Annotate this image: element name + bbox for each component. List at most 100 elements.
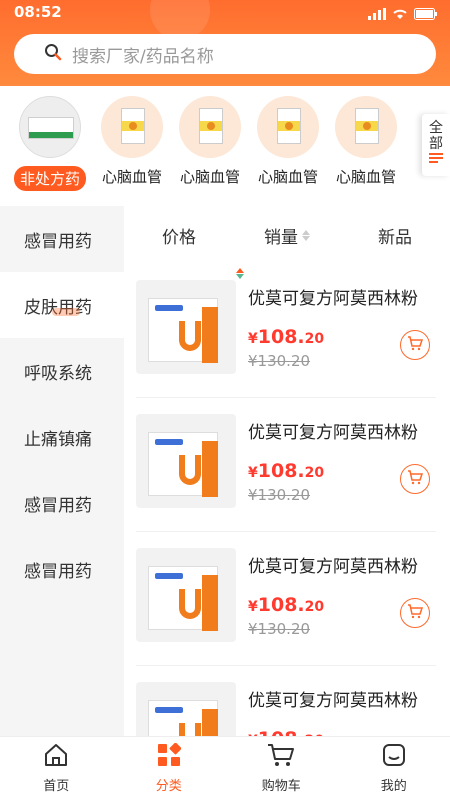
- tab-category-label: 分类: [155, 779, 182, 794]
- sidebar-item-label: 止痛镇痛: [24, 429, 92, 450]
- product-card[interactable]: 优莫可复方阿莫西林粉 ¥108.20: [136, 666, 436, 736]
- header: 08:52 搜索厂家/药品名称: [0, 0, 450, 86]
- category-label: 心脑血管: [257, 168, 318, 186]
- sidebar-item-label: 呼吸系统: [24, 363, 92, 384]
- add-to-cart-button[interactable]: [400, 330, 430, 360]
- category-item[interactable]: 心脑血管: [328, 96, 404, 187]
- tab-cart-label: 购物车: [261, 779, 301, 794]
- tab-home-label: 首页: [43, 779, 70, 794]
- category-label: 非处方药: [13, 166, 86, 191]
- cart-icon: [267, 743, 295, 771]
- price-integer: 108.: [257, 460, 305, 482]
- profile-icon: [382, 743, 406, 771]
- status-bar: 08:52: [0, 0, 450, 26]
- price-symbol: ¥: [248, 599, 258, 615]
- sort-price-button[interactable]: 价格: [162, 223, 244, 279]
- sidebar-item-label: 皮肤用药: [24, 297, 92, 318]
- price-symbol: ¥: [248, 465, 258, 481]
- original-price: ¥130.20: [248, 352, 311, 370]
- all-categories-button[interactable]: 全 部: [422, 114, 450, 176]
- category-strip: 非处方药 心脑血管 心脑血管 心脑血管 心脑血管 全 部: [0, 86, 450, 206]
- original-price: ¥130.20: [248, 620, 311, 638]
- product-name: 优莫可复方阿莫西林粉: [248, 557, 418, 577]
- tab-mine-label: 我的: [380, 779, 407, 794]
- product-image: [136, 280, 236, 374]
- product-image: [136, 414, 236, 508]
- sidebar-item[interactable]: 止痛镇痛: [0, 404, 124, 470]
- cart-icon: [407, 603, 424, 623]
- tab-cart[interactable]: 购物车: [225, 737, 338, 800]
- cart-icon: [407, 335, 424, 355]
- sort-new-label: 新品: [378, 227, 412, 248]
- price-integer: 108.: [257, 594, 305, 616]
- sort-sales-label: 销量: [264, 227, 298, 248]
- category-item[interactable]: 非处方药: [12, 96, 88, 191]
- category-label: 心脑血管: [179, 168, 240, 186]
- product-image: [136, 682, 236, 736]
- home-icon: [43, 743, 69, 771]
- tab-mine[interactable]: 我的: [338, 737, 450, 800]
- category-item[interactable]: 心脑血管: [172, 96, 248, 187]
- sidebar-item[interactable]: 感冒用药: [0, 206, 124, 272]
- category-item[interactable]: 心脑血管: [250, 96, 326, 187]
- status-time: 08:52: [14, 3, 62, 21]
- price-integer: 108.: [258, 728, 305, 736]
- search-icon: [44, 43, 62, 65]
- category-label: 心脑血管: [335, 168, 396, 186]
- product-card[interactable]: 优莫可复方阿莫西林粉 ¥108.20 ¥130.20: [136, 398, 436, 532]
- product-price: ¥108.20: [248, 460, 324, 482]
- product-name: 优莫可复方阿莫西林粉: [248, 423, 418, 443]
- product-name: 优莫可复方阿莫西林粉: [248, 289, 418, 309]
- category-icon: [157, 742, 182, 771]
- product-price: ¥108.20: [248, 728, 324, 736]
- product-card[interactable]: 优莫可复方阿莫西林粉 ¥108.20 ¥130.20: [136, 532, 436, 666]
- sidebar-item[interactable]: 感冒用药: [0, 470, 124, 536]
- product-panel: 价格 销量 新品 优莫可复方阿莫西林粉 ¥108.20 ¥130.20 优莫可复…: [124, 206, 450, 736]
- sidebar-item-label: 感冒用药: [24, 231, 92, 252]
- price-decimal: 20: [304, 599, 325, 615]
- category-image: [335, 96, 397, 158]
- price-integer: 108.: [257, 326, 305, 348]
- product-price: ¥108.20: [248, 594, 324, 616]
- category-label: 心脑血管: [101, 168, 162, 186]
- category-image: [19, 96, 81, 158]
- category-image: [257, 96, 319, 158]
- battery-icon: [414, 5, 438, 24]
- menu-icon: [428, 152, 444, 168]
- price-decimal: 20: [304, 331, 325, 347]
- cart-icon: [407, 469, 424, 489]
- original-price: ¥130.20: [248, 486, 311, 504]
- search-input[interactable]: 搜索厂家/药品名称: [72, 42, 214, 67]
- tab-bar: 首页 分类 购物车 我的: [0, 736, 450, 800]
- product-card[interactable]: 优莫可复方阿莫西林粉 ¥108.20 ¥130.20: [136, 264, 436, 398]
- sort-bar: 价格 销量 新品: [124, 206, 450, 279]
- sort-new-button[interactable]: 新品: [378, 223, 412, 248]
- wifi-icon: [392, 5, 408, 24]
- status-icons: [368, 5, 438, 24]
- category-image: [179, 96, 241, 158]
- sidebar-item-active[interactable]: 皮肤用药: [0, 272, 124, 338]
- add-to-cart-button[interactable]: [400, 598, 430, 628]
- sidebar: 感冒用药 皮肤用药 呼吸系统 止痛镇痛 感冒用药 感冒用药: [0, 206, 124, 736]
- product-name: 优莫可复方阿莫西林粉: [248, 691, 418, 711]
- tab-home[interactable]: 首页: [0, 737, 113, 800]
- all-label-1: 全: [429, 120, 443, 136]
- category-item[interactable]: 心脑血管: [94, 96, 170, 187]
- sort-arrows-icon: [302, 229, 310, 241]
- price-symbol: ¥: [248, 331, 258, 347]
- sort-price-label: 价格: [162, 227, 196, 248]
- product-price: ¥108.20: [248, 326, 324, 348]
- add-to-cart-button[interactable]: [400, 464, 430, 494]
- sort-sales-button[interactable]: 销量: [264, 223, 310, 248]
- category-image: [101, 96, 163, 158]
- all-label-2: 部: [429, 136, 443, 152]
- sidebar-item[interactable]: 呼吸系统: [0, 338, 124, 404]
- product-image: [136, 548, 236, 642]
- search-bar[interactable]: 搜索厂家/药品名称: [14, 34, 436, 74]
- sidebar-item-label: 感冒用药: [24, 495, 92, 516]
- price-decimal: 20: [304, 465, 325, 481]
- sidebar-item-label: 感冒用药: [24, 561, 92, 582]
- signal-icon: [368, 5, 386, 24]
- sidebar-item[interactable]: 感冒用药: [0, 536, 124, 602]
- tab-category[interactable]: 分类: [113, 737, 226, 800]
